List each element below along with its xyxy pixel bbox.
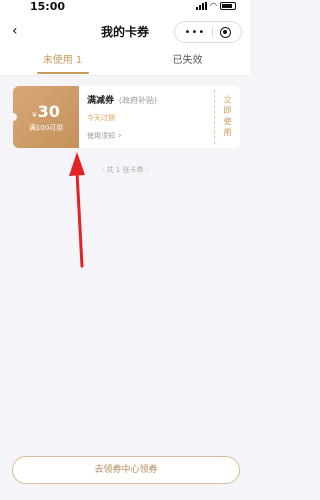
currency-symbol: ¥ (32, 110, 37, 119)
tabs: 未使用 1 已失效 (0, 48, 250, 76)
coupon-name-row: 满减券 (政府补贴) (87, 93, 206, 106)
coupon-total: - 共 1 张卡券 - (101, 166, 149, 174)
coupon-info: 满减券 (政府补贴) 今天过期 使用须知 › (79, 86, 214, 148)
status-icons: ◠ (196, 2, 236, 10)
chevron-right-icon: › (118, 131, 122, 141)
coupon-amount: ¥ 30 (32, 102, 60, 121)
signal-icon (196, 2, 208, 10)
status-time: 15:00 (30, 0, 66, 13)
go-to-coupon-center-button[interactable]: 去领券中心领券 (12, 456, 240, 484)
use-now-label: 立即使用 (223, 95, 232, 139)
coupon-subtitle: (政府补贴) (118, 96, 158, 105)
amount-value: 30 (37, 101, 60, 121)
mini-program-capsule: ••• (174, 21, 242, 43)
coupon-amount-panel: ¥ 30 满100可用 (13, 86, 79, 148)
arrow-shaft (75, 170, 84, 268)
use-now-button[interactable]: 立即使用 (214, 90, 240, 144)
usage-notes-label: 使用须知 (87, 132, 115, 140)
bottom-button-wrap: 去领券中心领券 (12, 456, 240, 484)
status-bar: 15:00 ◠ (0, 0, 250, 14)
coupon-name: 满减券 (87, 96, 115, 106)
coupon-card[interactable]: ¥ 30 满100可用 满减券 (政府补贴) 今天过期 使用须知 › 立即使用 (13, 86, 240, 148)
tab-unused[interactable]: 未使用 1 (0, 48, 125, 75)
tab-expired[interactable]: 已失效 (125, 48, 250, 75)
close-icon[interactable] (220, 26, 232, 38)
coupon-expire: 今天过期 (87, 114, 115, 122)
capsule-divider (212, 26, 214, 38)
page-title: 我的卡券 (100, 24, 149, 39)
chevron-left-icon[interactable]: ‹ (12, 24, 18, 38)
usage-notes-link[interactable]: 使用须知 › (87, 131, 206, 141)
coupon-condition: 满100可用 (28, 123, 64, 132)
nav-bar: ‹ 我的卡券 ••• (0, 14, 250, 48)
more-icon[interactable]: ••• (185, 27, 206, 38)
battery-icon (220, 2, 236, 10)
wifi-icon: ◠ (210, 1, 217, 10)
